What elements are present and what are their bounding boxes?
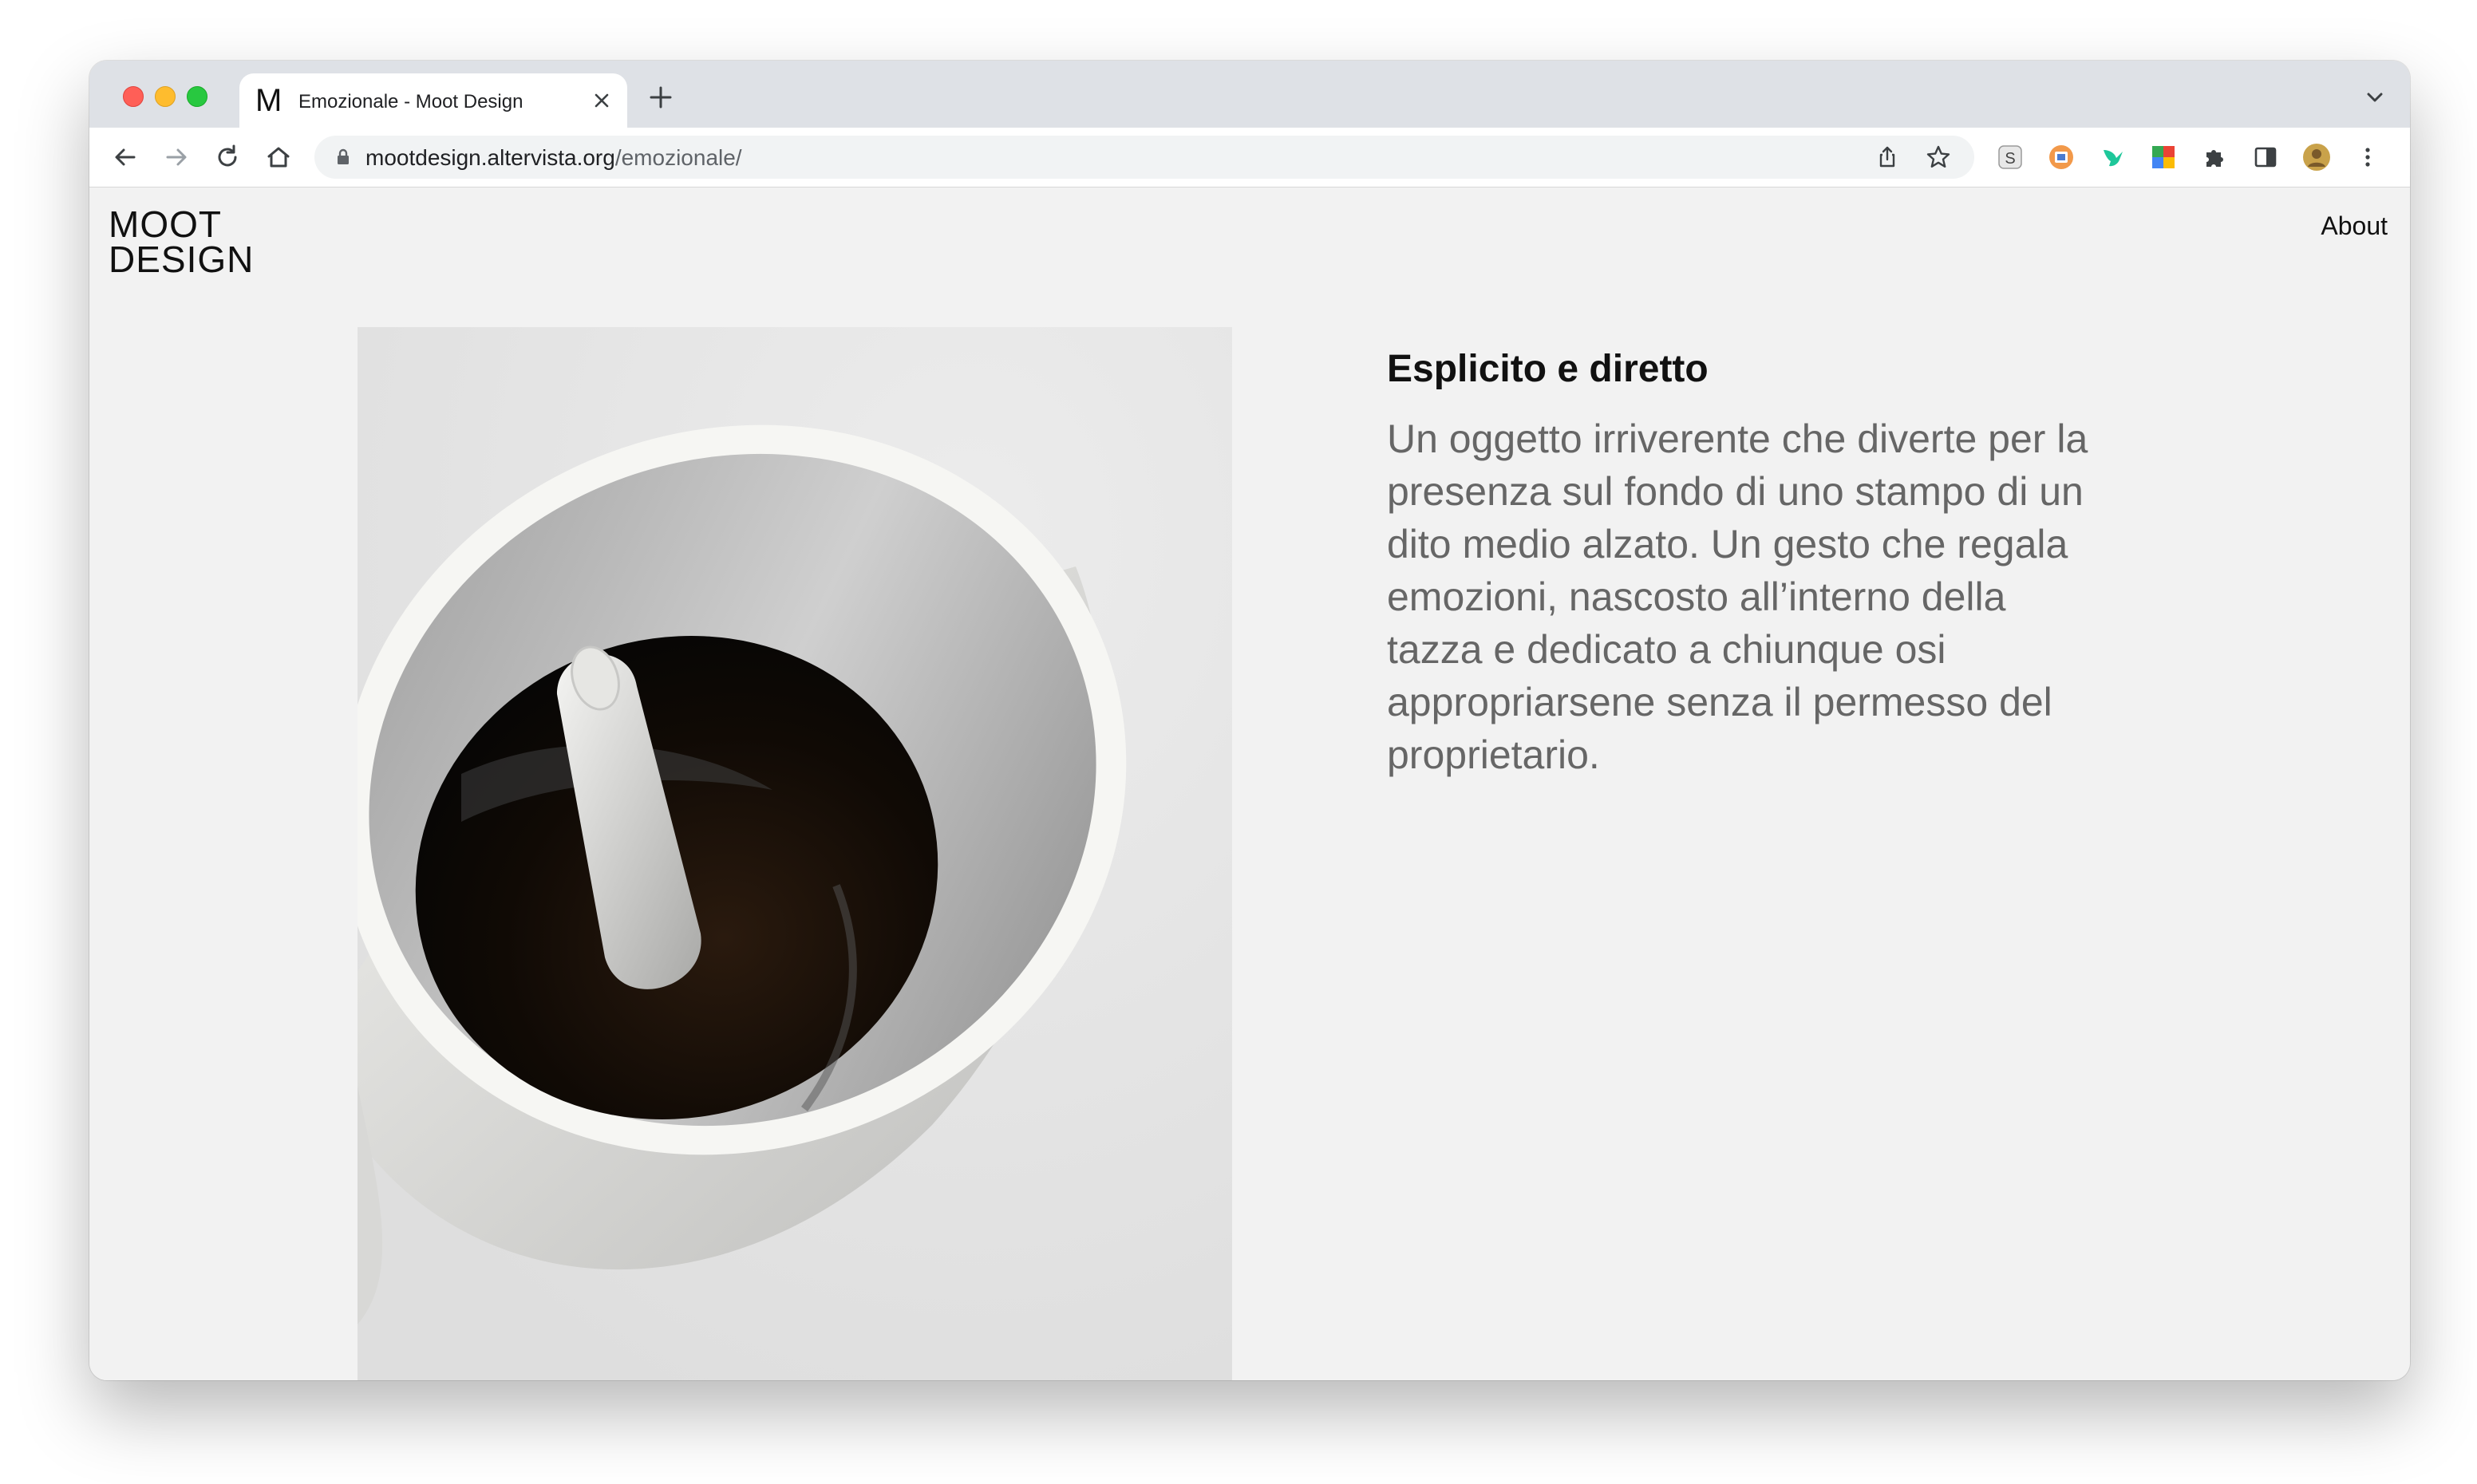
kebab-menu-icon[interactable] xyxy=(2353,142,2383,172)
arrow-right-icon[interactable] xyxy=(160,140,193,174)
profile-avatar[interactable] xyxy=(2301,142,2332,172)
product-heading: Esplicito e diretto xyxy=(1387,348,1709,390)
plus-icon[interactable] xyxy=(643,80,678,115)
browser-window: M Emozionale - Moot Design mootdesign.al… xyxy=(89,61,2410,1380)
lock-icon[interactable] xyxy=(332,146,354,168)
reload-icon[interactable] xyxy=(211,140,244,174)
url-text[interactable]: mootdesign.altervista.org/emozionale/ xyxy=(365,146,742,170)
address-bar[interactable]: mootdesign.altervista.org/emozionale/ xyxy=(314,136,1974,179)
star-icon[interactable] xyxy=(1923,142,1954,172)
side-panel-icon[interactable] xyxy=(2250,142,2281,172)
url-domain: mootdesign.altervista.org xyxy=(365,145,615,170)
logo-line-1: MOOT xyxy=(109,203,222,245)
tab-favicon: M xyxy=(255,83,282,118)
close-icon[interactable] xyxy=(589,88,614,113)
url-path: /emozionale/ xyxy=(614,145,742,170)
close-window-button[interactable] xyxy=(123,86,144,107)
tab-strip: M Emozionale - Moot Design xyxy=(89,61,2410,128)
chevron-down-icon[interactable] xyxy=(2360,83,2389,112)
screen-capture-extension-icon[interactable] xyxy=(2046,142,2076,172)
logo-line-2: DESIGN xyxy=(109,239,255,280)
product-image xyxy=(358,327,1232,1380)
product-description: Un oggetto irriverente che diverte per l… xyxy=(1387,416,2088,777)
s-extension-icon[interactable]: S xyxy=(1995,142,2025,172)
browser-toolbar: mootdesign.altervista.org/emozionale/ S xyxy=(89,128,2410,187)
tab-title: Emozionale - Moot Design xyxy=(298,91,523,112)
grid-extension-icon[interactable] xyxy=(2148,142,2179,172)
share-icon[interactable] xyxy=(1872,142,1902,172)
tab-emozionale[interactable]: M Emozionale - Moot Design xyxy=(239,73,627,128)
arrow-left-icon[interactable] xyxy=(109,140,142,174)
zoom-window-button[interactable] xyxy=(187,86,207,107)
nav-about-link[interactable]: About xyxy=(2321,211,2388,240)
page-content: MOOT DESIGN About Esplicito e diretto Un… xyxy=(89,187,2410,1380)
hummingbird-extension-icon[interactable] xyxy=(2097,142,2127,172)
site-logo[interactable]: MOOT DESIGN xyxy=(109,203,255,280)
puzzle-icon[interactable] xyxy=(2199,142,2230,172)
minimize-window-button[interactable] xyxy=(155,86,176,107)
svg-text:S: S xyxy=(2005,150,2015,168)
home-icon[interactable] xyxy=(262,140,295,174)
